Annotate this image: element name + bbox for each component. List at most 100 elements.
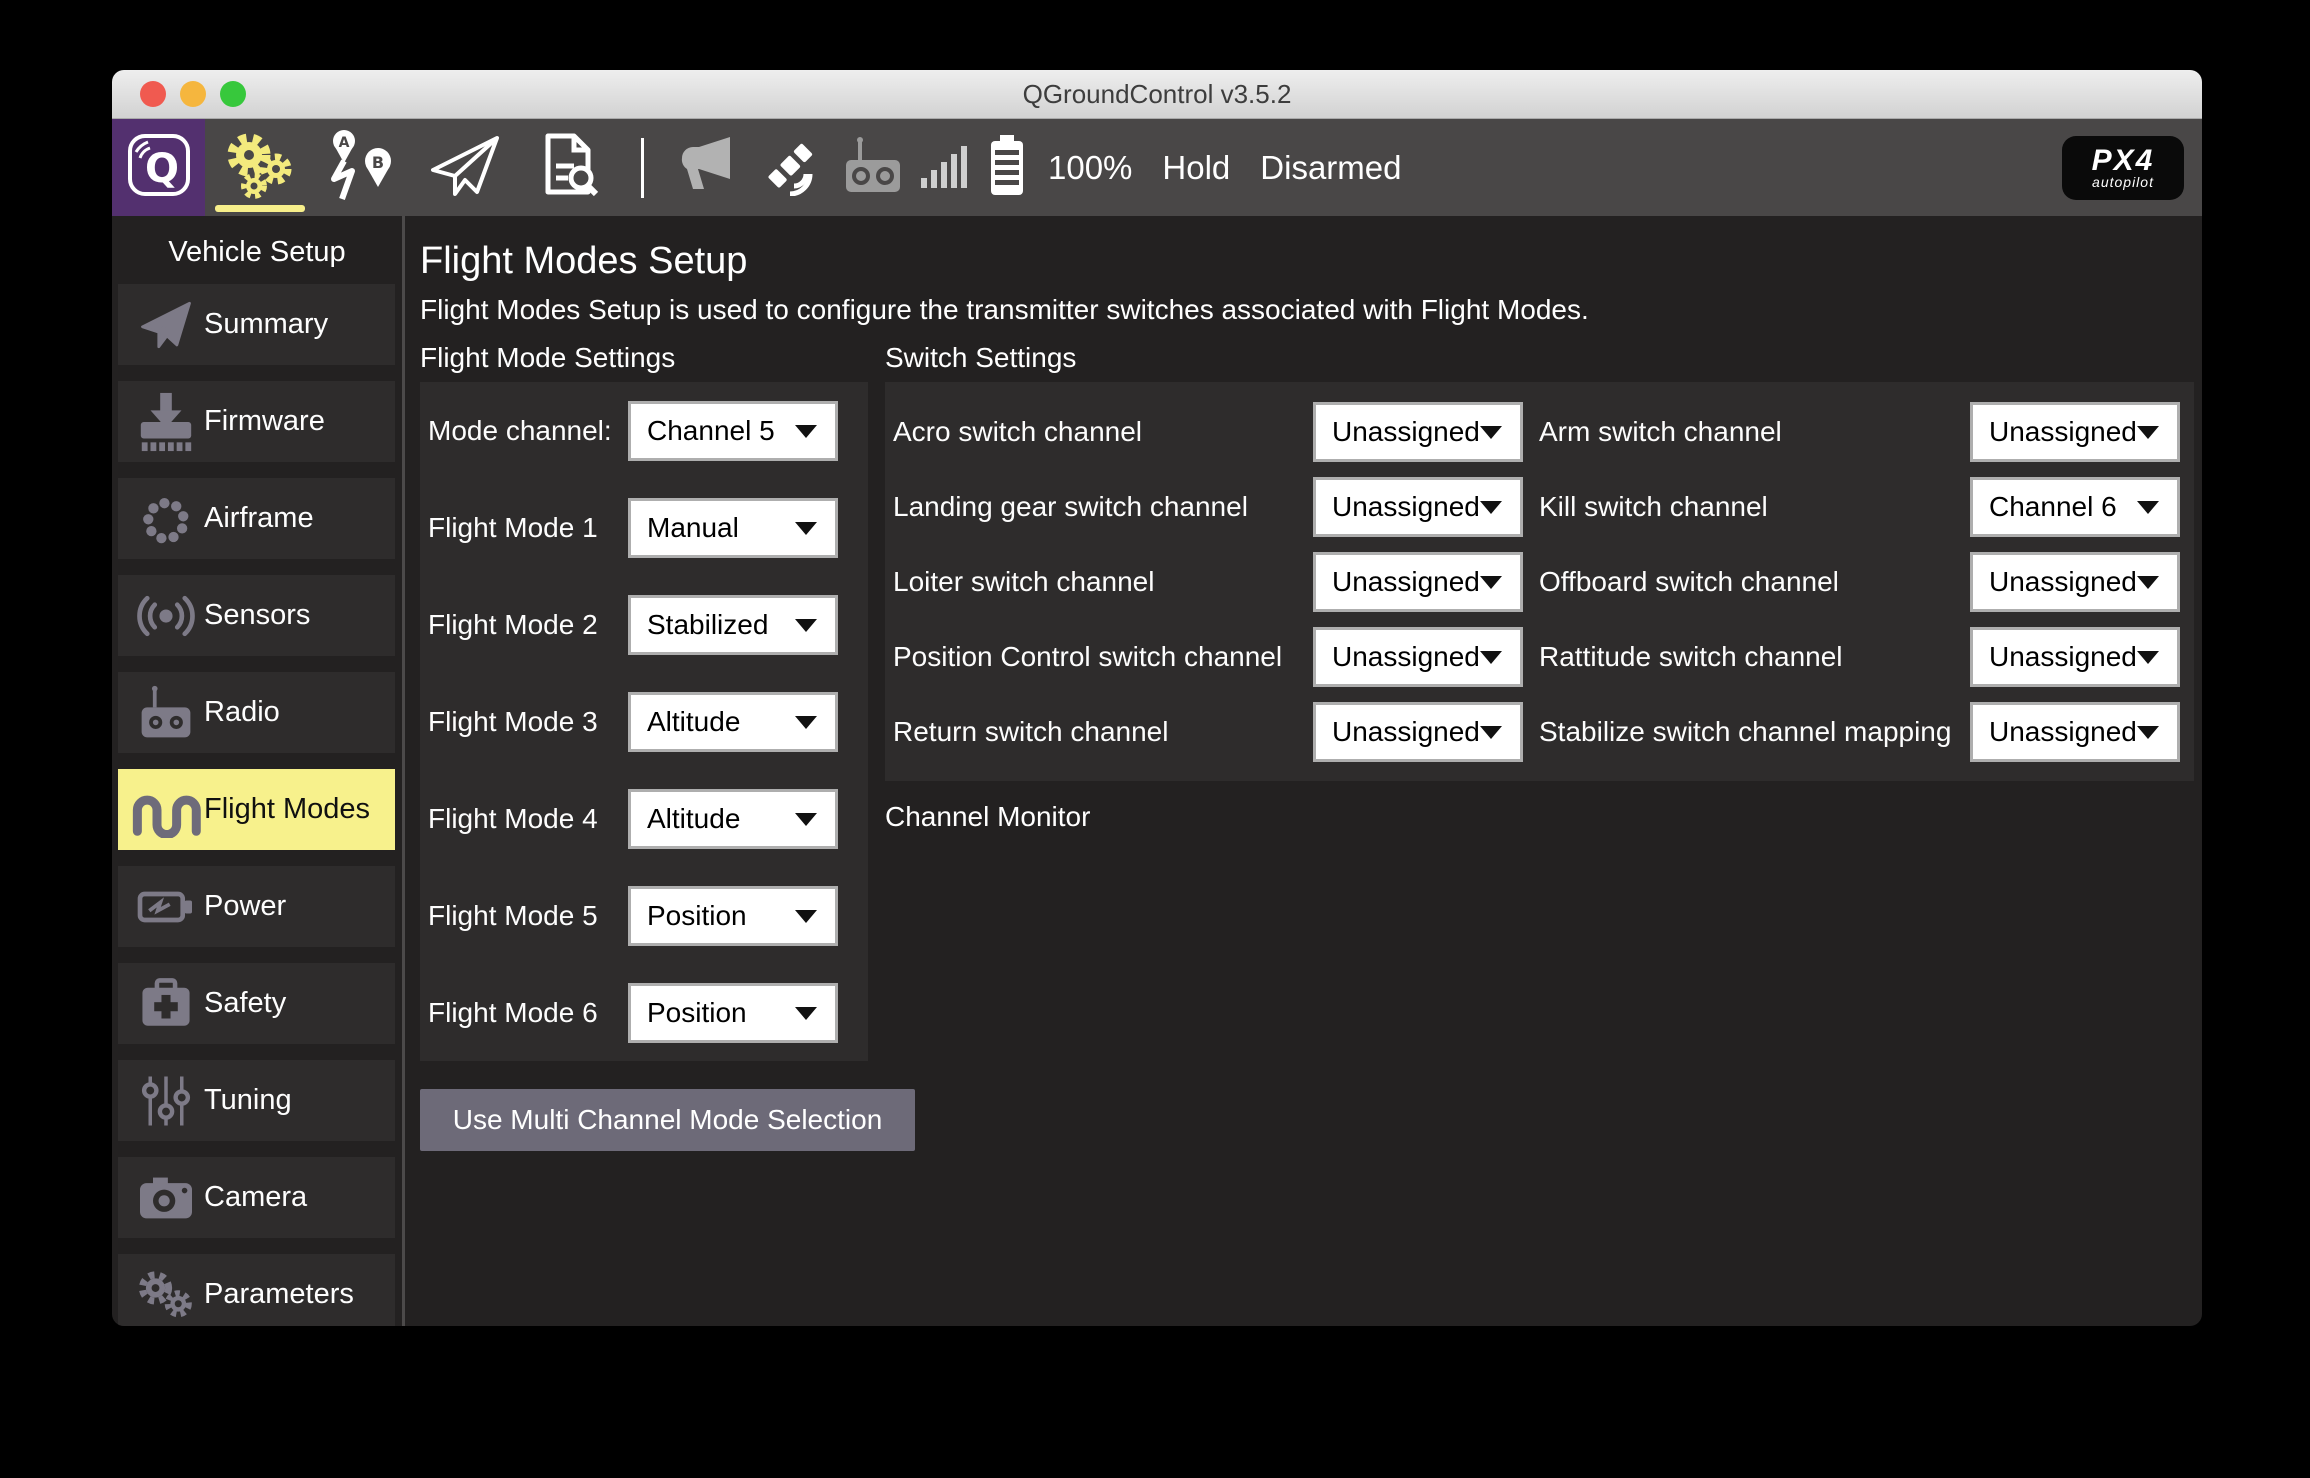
arm-switch-channel-dropdown[interactable]: Unassigned xyxy=(1970,401,2180,462)
plane-icon xyxy=(128,296,204,354)
offboard-switch-channel-dropdown[interactable]: Unassigned xyxy=(1970,551,2180,612)
row-label: Return switch channel xyxy=(893,715,1169,747)
row-label: Stabilize switch channel mapping xyxy=(1539,715,1952,747)
chevron-down-icon xyxy=(795,715,817,729)
row-label: Flight Mode 4 xyxy=(428,802,598,834)
sidebar-item-summary[interactable]: Summary xyxy=(118,284,395,365)
kill-switch-channel-dropdown[interactable]: Channel 6 xyxy=(1970,476,2180,537)
camera-icon xyxy=(128,1172,204,1224)
battery-percent[interactable]: 100% xyxy=(1048,149,1132,187)
row-label: Mode channel: xyxy=(428,414,612,446)
loiter-switch-channel-dropdown[interactable]: Unassigned xyxy=(1313,551,1523,612)
qgc-home-button[interactable]: Q xyxy=(112,119,205,216)
chevron-down-icon xyxy=(1480,650,1502,664)
sidebar-item-tuning[interactable]: Tuning xyxy=(118,1060,395,1141)
flight-mode-row: Flight Mode 5 Position xyxy=(420,867,868,964)
switch-settings-row: Position Control switch channel Unassigne… xyxy=(885,619,2194,694)
position-control-switch-channel-dropdown[interactable]: Unassigned xyxy=(1313,626,1523,687)
analyze-tab[interactable] xyxy=(517,119,621,216)
use-multi-channel-mode-selection-button[interactable]: Use Multi Channel Mode Selection xyxy=(420,1089,915,1151)
dropdown-value: Unassigned xyxy=(1989,640,2137,672)
row-label: Loiter switch channel xyxy=(893,565,1155,597)
acro-switch-channel-dropdown[interactable]: Unassigned xyxy=(1313,401,1523,462)
sidebar-item-airframe[interactable]: Airframe xyxy=(118,478,395,559)
row-label: Flight Mode 1 xyxy=(428,511,598,543)
flight-mode-3-dropdown[interactable]: Altitude xyxy=(628,691,838,752)
close-window-button[interactable] xyxy=(140,81,166,107)
gears-icon xyxy=(221,129,293,206)
sidebar-item-flight-modes[interactable]: Flight Modes xyxy=(118,769,395,850)
dropdown-value: Manual xyxy=(647,511,739,543)
qgc-logo-icon: Q xyxy=(126,132,192,203)
chevron-down-icon xyxy=(795,521,817,535)
row-label: Flight Mode 3 xyxy=(428,705,598,737)
switch-settings-header: Switch Settings xyxy=(885,342,1077,373)
airframe-icon xyxy=(128,489,204,549)
chevron-down-icon xyxy=(1480,425,1502,439)
dropdown-value: Channel 5 xyxy=(647,414,775,446)
paper-plane-icon xyxy=(427,132,503,203)
app-window: QGroundControl v3.5.2 Q A B 100% Hold Di… xyxy=(112,70,2202,1326)
rc-rssi-indicator[interactable] xyxy=(914,119,976,216)
flight-mode-settings-header: Flight Mode Settings xyxy=(420,342,676,373)
dropdown-value: Unassigned xyxy=(1332,490,1480,522)
satellite-icon xyxy=(760,134,822,201)
dropdown-value: Unassigned xyxy=(1332,715,1480,747)
flight-mode-5-dropdown[interactable]: Position xyxy=(628,885,838,946)
rattitude-switch-channel-dropdown[interactable]: Unassigned xyxy=(1970,626,2180,687)
row-label: Acro switch channel xyxy=(893,415,1143,447)
sidebar-item-label: Flight Modes xyxy=(204,793,371,825)
sidebar-item-safety[interactable]: Safety xyxy=(118,963,395,1044)
switch-settings-row: Acro switch channel Unassigned Arm switch … xyxy=(885,394,2194,469)
sidebar-item-firmware[interactable]: Firmware xyxy=(118,381,395,462)
zoom-window-button[interactable] xyxy=(220,81,246,107)
firmware-icon xyxy=(128,391,204,453)
plan-tab[interactable]: A B xyxy=(309,119,413,216)
battery-icon xyxy=(987,133,1027,202)
flight-mode-row: Mode channel: Channel 5 xyxy=(420,382,868,479)
chevron-down-icon xyxy=(2137,725,2159,739)
row-label: Position Control switch channel xyxy=(893,640,1283,672)
gps-indicator[interactable] xyxy=(750,119,832,216)
dropdown-value: Stabilized xyxy=(647,608,769,640)
battery-indicator[interactable] xyxy=(976,119,1038,216)
message-indicator[interactable] xyxy=(668,119,750,216)
sidebar-item-power[interactable]: Power xyxy=(118,866,395,947)
signal-bars-icon xyxy=(919,140,971,195)
rc-transmitter-icon xyxy=(842,134,904,201)
sidebar-item-radio[interactable]: Radio xyxy=(118,672,395,753)
dropdown-value: Unassigned xyxy=(1989,415,2137,447)
row-label: Offboard switch channel xyxy=(1539,565,1839,597)
fly-tab[interactable] xyxy=(413,119,517,216)
flight-mode-2-dropdown[interactable]: Stabilized xyxy=(628,594,838,655)
armed-state-indicator[interactable]: Disarmed xyxy=(1260,149,1401,187)
px4-logo-subtext: autopilot xyxy=(2092,173,2154,190)
vehicle-setup-tab[interactable] xyxy=(205,119,309,216)
toolbar: Q A B 100% Hold Disarmed PX4 autopilot xyxy=(112,119,2202,216)
active-tab-indicator xyxy=(215,205,305,212)
landing-gear-switch-channel-dropdown[interactable]: Unassigned xyxy=(1313,476,1523,537)
flight-mode-4-dropdown[interactable]: Altitude xyxy=(628,788,838,849)
chevron-down-icon xyxy=(795,812,817,826)
sidebar-item-label: Airframe xyxy=(204,502,314,534)
flight-mode-row: Flight Mode 4 Altitude xyxy=(420,770,868,867)
vehicle-setup-sidebar: Vehicle Setup Summary Firmware Airframe Sen… xyxy=(112,216,405,1326)
stabilize-switch-channel-mapping-dropdown[interactable]: Unassigned xyxy=(1970,701,2180,762)
px4-autopilot-logo: PX4 autopilot xyxy=(2062,135,2184,200)
mode-channel-dropdown[interactable]: Channel 5 xyxy=(628,400,838,461)
svg-text:Q: Q xyxy=(144,146,178,192)
svg-text:A: A xyxy=(339,135,350,151)
sidebar-item-camera[interactable]: Camera xyxy=(118,1157,395,1238)
chevron-down-icon xyxy=(1480,725,1502,739)
chevron-down-icon xyxy=(795,909,817,923)
flight-mode-indicator[interactable]: Hold xyxy=(1162,149,1230,187)
dropdown-value: Unassigned xyxy=(1332,415,1480,447)
switch-settings-row: Landing gear switch channel Unassigned Kil… xyxy=(885,469,2194,544)
return-switch-channel-dropdown[interactable]: Unassigned xyxy=(1313,701,1523,762)
sidebar-item-sensors[interactable]: Sensors xyxy=(118,575,395,656)
sidebar-item-parameters[interactable]: Parameters xyxy=(118,1254,395,1326)
rc-indicator[interactable] xyxy=(832,119,914,216)
flight-mode-1-dropdown[interactable]: Manual xyxy=(628,497,838,558)
minimize-window-button[interactable] xyxy=(180,81,206,107)
flight-mode-6-dropdown[interactable]: Position xyxy=(628,982,838,1043)
